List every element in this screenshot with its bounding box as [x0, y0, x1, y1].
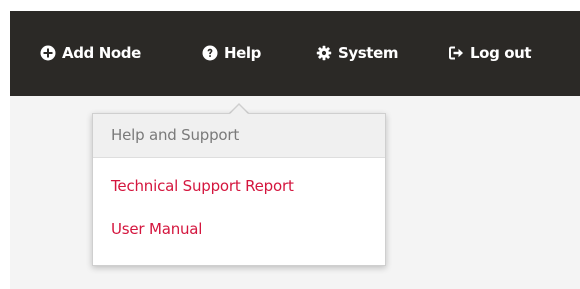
help-dropdown-menu: Help and Support Technical Support Repor…: [92, 113, 386, 266]
nav-log-out[interactable]: Log out: [448, 41, 532, 65]
dropdown-caret-fill: [229, 105, 249, 115]
nav-help[interactable]: Help: [202, 41, 261, 65]
nav-system[interactable]: System: [316, 41, 398, 65]
sign-out-icon: [448, 45, 464, 61]
nav-help-label: Help: [224, 44, 262, 62]
nav-log-out-label: Log out: [470, 44, 532, 62]
help-dropdown-header: Help and Support: [93, 114, 385, 158]
nav-add-node-label: Add Node: [62, 44, 141, 62]
top-navbar: Add Node Help System Log out: [10, 11, 580, 96]
question-circle-icon: [202, 45, 218, 61]
nav-system-label: System: [338, 44, 399, 62]
technical-support-report-link[interactable]: Technical Support Report: [111, 177, 294, 195]
plus-circle-icon: [40, 45, 56, 61]
app-frame: Add Node Help System Log out Help and Su…: [10, 11, 580, 289]
user-manual-link[interactable]: User Manual: [111, 220, 202, 238]
nav-add-node[interactable]: Add Node: [40, 41, 141, 65]
gear-icon: [316, 45, 332, 61]
